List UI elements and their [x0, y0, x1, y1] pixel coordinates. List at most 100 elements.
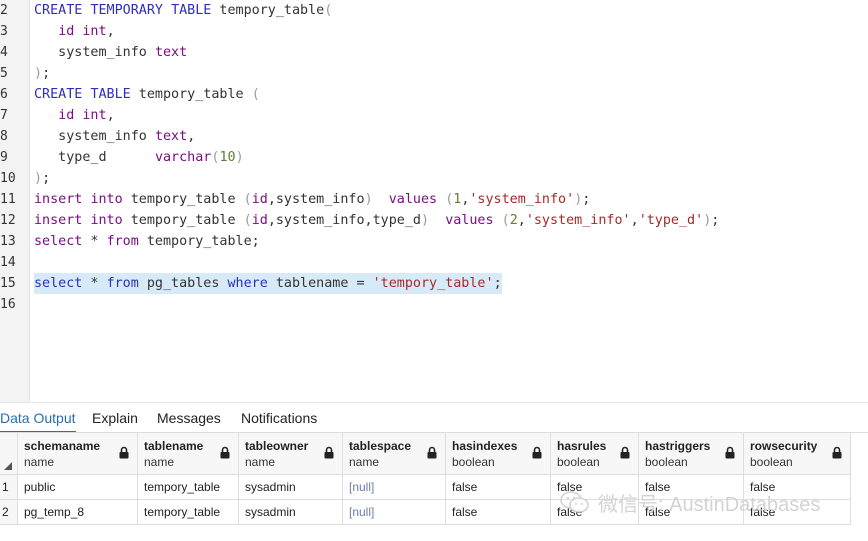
column-type: name: [349, 455, 380, 469]
code-token: id: [251, 192, 268, 207]
code-line[interactable]: 14: [0, 252, 868, 273]
tab-notifications[interactable]: Notifications: [241, 403, 317, 433]
code-token: text: [154, 129, 188, 144]
tab-explain[interactable]: Explain: [92, 403, 138, 433]
row-number[interactable]: 2: [0, 500, 18, 525]
code-token: 'type_d': [638, 213, 704, 228]
code-token: type_d: [34, 150, 155, 165]
code-text: id int,: [34, 105, 114, 126]
code-token: ,: [187, 129, 196, 144]
code-line[interactable]: 13 select * from tempory_table;: [0, 231, 868, 252]
code-token: (: [324, 3, 333, 18]
code-token: tempory_table;: [138, 234, 260, 249]
grid-corner[interactable]: [0, 433, 18, 475]
line-number: 16: [0, 297, 16, 312]
code-token: insert: [34, 192, 83, 207]
tab-data-output[interactable]: Data Output: [0, 403, 76, 433]
table-cell[interactable]: false: [446, 500, 551, 525]
watermark-text: 微信号: AustinDatabases: [598, 493, 821, 516]
column-header-hasindexes[interactable]: hasindexes boolean: [446, 433, 551, 475]
lock-icon: [832, 446, 842, 459]
code-token: into: [90, 192, 123, 207]
code-token: tempory_table: [122, 192, 244, 207]
code-token: id: [58, 24, 75, 39]
column-header-hastriggers[interactable]: hastriggers boolean: [639, 433, 744, 475]
code-token: TABLE: [90, 87, 131, 102]
column-name: hasindexes: [452, 439, 518, 453]
code-line[interactable]: 10);: [0, 168, 868, 189]
code-line[interactable]: 4 system_info text: [0, 42, 868, 63]
column-type: name: [24, 455, 55, 469]
code-line[interactable]: 12 insert into tempory_table (id,system_i…: [0, 210, 868, 231]
line-number: 5: [0, 66, 8, 81]
code-token: ,: [106, 24, 115, 39]
code-line[interactable]: 6 CREATE TABLE tempory_table (: [0, 84, 868, 105]
code-token: TABLE: [171, 3, 212, 18]
code-token: varchar: [154, 150, 212, 165]
column-header-schemaname[interactable]: schemaname name: [18, 433, 138, 475]
code-line[interactable]: 16: [0, 294, 868, 315]
code-text: CREATE TABLE tempory_table (: [34, 84, 260, 105]
column-header-tablename[interactable]: tablename name: [138, 433, 239, 475]
lock-icon: [324, 446, 334, 459]
column-header-tablespace[interactable]: tablespace name: [343, 433, 446, 475]
row-number[interactable]: 1: [0, 475, 18, 500]
code-line[interactable]: 15 select * from pg_tables where tablenam…: [0, 273, 868, 294]
lock-icon: [220, 446, 230, 459]
table-cell[interactable]: false: [446, 475, 551, 500]
line-number: 12: [0, 213, 16, 228]
code-text: system_info text: [34, 42, 187, 63]
column-header-tableowner[interactable]: tableowner name: [239, 433, 343, 475]
column-type: boolean: [750, 455, 793, 469]
code-line[interactable]: 5);: [0, 63, 868, 84]
table-cell[interactable]: public: [18, 475, 138, 500]
code-text: type_d varchar(10): [34, 147, 244, 168]
watermark: 微信号: AustinDatabases: [560, 487, 820, 517]
code-line[interactable]: 11 insert into tempory_table (id,system_i…: [0, 189, 868, 210]
sql-editor[interactable]: 2 CREATE TEMPORARY TABLE tempory_table(3 …: [0, 0, 868, 402]
code-token: tempory_table: [130, 87, 252, 102]
code-token: ): [235, 150, 244, 165]
code-text: select * from tempory_table;: [34, 231, 260, 252]
code-token: ): [34, 66, 43, 81]
table-cell[interactable]: [null]: [343, 500, 446, 525]
code-token: CREATE: [34, 3, 83, 18]
code-token: id: [58, 108, 75, 123]
column-header-hasrules[interactable]: hasrules boolean: [551, 433, 639, 475]
results-tab-bar: Data Output Explain Messages Notifications: [0, 402, 868, 433]
code-token: ;: [711, 213, 720, 228]
code-token: *: [82, 234, 107, 249]
line-number: 13: [0, 234, 16, 249]
code-line[interactable]: 8 system_info text,: [0, 126, 868, 147]
lock-icon: [532, 446, 542, 459]
code-line[interactable]: 2 CREATE TEMPORARY TABLE tempory_table(: [0, 0, 868, 21]
table-cell[interactable]: tempory_table: [138, 500, 239, 525]
code-line[interactable]: 3 id int,: [0, 21, 868, 42]
code-text: select * from pg_tables where tablename …: [34, 273, 502, 294]
column-header-rowsecurity[interactable]: rowsecurity boolean: [744, 433, 851, 475]
code-line[interactable]: 7 id int,: [0, 105, 868, 126]
table-cell[interactable]: sysadmin: [239, 475, 343, 500]
table-cell[interactable]: [null]: [343, 475, 446, 500]
code-line[interactable]: 9 type_d varchar(10): [0, 147, 868, 168]
column-type: boolean: [557, 455, 600, 469]
code-token: TEMPORARY: [90, 3, 163, 18]
code-token: (: [243, 192, 252, 207]
table-cell[interactable]: tempory_table: [138, 475, 239, 500]
wechat-icon: [560, 491, 589, 513]
table-cell[interactable]: sysadmin: [239, 500, 343, 525]
code-token: ,system_info: [267, 192, 365, 207]
table-cell[interactable]: pg_temp_8: [18, 500, 138, 525]
code-token: where: [227, 276, 268, 291]
code-text: insert into tempory_table (id,system_inf…: [34, 210, 719, 231]
code-token: CREATE: [34, 87, 83, 102]
code-text: insert into tempory_table (id,system_inf…: [34, 189, 590, 210]
code-token: from: [106, 234, 139, 249]
tab-messages[interactable]: Messages: [157, 403, 221, 433]
